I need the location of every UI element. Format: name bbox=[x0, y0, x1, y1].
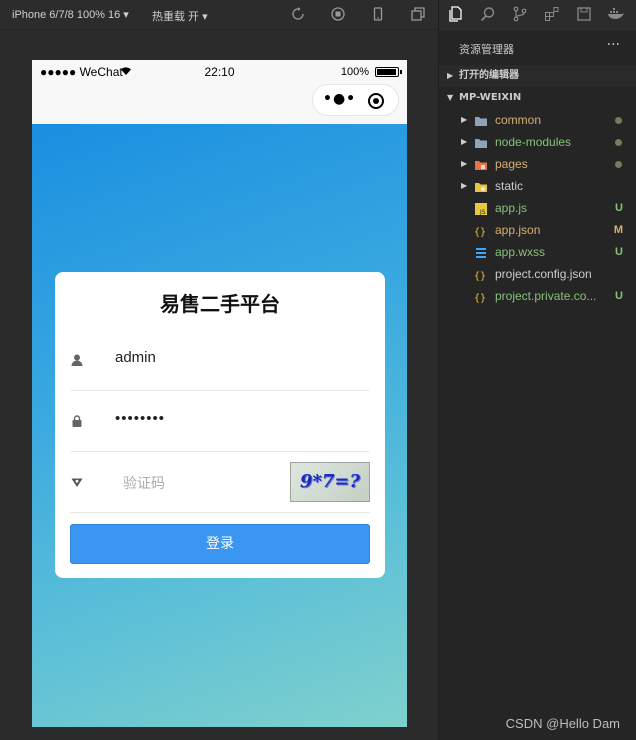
tree-item[interactable]: ▶ static bbox=[439, 175, 636, 197]
chevron-right-icon: ▶ bbox=[447, 71, 454, 80]
login-page: 易售二手平台 admin •••••••• 验证码 9*7=? 登录 bbox=[32, 124, 407, 727]
tree-item-label: node-modules bbox=[495, 135, 572, 149]
login-button[interactable]: 登录 bbox=[70, 524, 370, 564]
login-card: 易售二手平台 admin •••••••• 验证码 9*7=? 登录 bbox=[55, 272, 385, 578]
device-select[interactable]: iPhone 6/7/8 100% 16 ▾ bbox=[12, 8, 129, 21]
username-input[interactable]: admin bbox=[115, 349, 156, 366]
js-file-icon: JS bbox=[474, 201, 488, 216]
tree-item[interactable]: app.wxss U bbox=[439, 241, 636, 263]
tree-item[interactable]: ▶ common bbox=[439, 109, 636, 131]
extensions-icon[interactable] bbox=[543, 6, 561, 24]
svg-text:JS: JS bbox=[479, 209, 486, 216]
captcha-image[interactable]: 9*7=? bbox=[290, 462, 370, 502]
close-target-icon[interactable] bbox=[368, 93, 384, 109]
chevron-down-icon: ▼ bbox=[447, 93, 454, 102]
tree-item[interactable]: {} project.config.json bbox=[439, 263, 636, 285]
docker-icon[interactable] bbox=[607, 6, 625, 24]
source-control-icon[interactable] bbox=[511, 6, 529, 24]
chevron-right-icon: ▶ bbox=[461, 137, 468, 146]
tree-item[interactable]: {} project.private.co... U bbox=[439, 285, 636, 307]
nav-bar: •●• bbox=[32, 84, 407, 124]
chevron-right-icon: ▶ bbox=[461, 159, 468, 168]
folder-pages-icon bbox=[474, 157, 488, 171]
modified-dot-icon bbox=[615, 117, 622, 124]
activity-bar bbox=[439, 0, 636, 30]
simulator-pane: iPhone 6/7/8 100% 16 ▾ 热重载 开 ▾ ●●●●● WeC… bbox=[0, 0, 438, 740]
git-status-badge: U bbox=[615, 290, 623, 302]
status-bar: ●●●●● WeChat 22:10 100% bbox=[32, 60, 407, 84]
tree-item[interactable]: ▶ pages bbox=[439, 153, 636, 175]
tree-item-label: common bbox=[495, 113, 542, 127]
battery-icon bbox=[375, 67, 399, 77]
tree-item-label: static bbox=[495, 179, 524, 193]
modified-dot-icon bbox=[615, 139, 622, 146]
section-project[interactable]: ▼ MP-WEIXIN bbox=[439, 87, 636, 109]
simulator-toolbar: iPhone 6/7/8 100% 16 ▾ 热重载 开 ▾ bbox=[0, 0, 438, 30]
stop-icon[interactable] bbox=[330, 7, 346, 23]
watermark: CSDN @Hello Dam bbox=[505, 716, 620, 731]
tree-item-label: pages bbox=[495, 157, 528, 171]
chevron-right-icon: ▶ bbox=[461, 181, 468, 190]
json-file-icon: {} bbox=[474, 267, 488, 282]
explorer-title: 资源管理器 bbox=[459, 43, 514, 56]
git-status-badge: U bbox=[615, 202, 623, 214]
user-icon bbox=[70, 352, 86, 368]
folder-icon bbox=[474, 135, 488, 149]
hot-reload-toggle[interactable]: 热重载 开 ▾ bbox=[152, 8, 208, 24]
json-file-icon: {} bbox=[474, 289, 488, 304]
tree-item[interactable]: JS app.js U bbox=[439, 197, 636, 219]
json-file-icon: {} bbox=[474, 223, 488, 238]
miniprogram-capsule[interactable]: •●• bbox=[312, 84, 399, 116]
lock-icon bbox=[70, 413, 86, 429]
folder-static-icon bbox=[474, 179, 488, 193]
tree-item-label: project.private.co... bbox=[495, 289, 597, 303]
window-icon[interactable] bbox=[410, 7, 426, 23]
more-icon[interactable]: •●• bbox=[323, 91, 356, 107]
svg-text:{}: {} bbox=[474, 227, 486, 238]
captcha-row: 验证码 9*7=? bbox=[70, 452, 370, 513]
password-row: •••••••• bbox=[70, 391, 370, 452]
tree-item-label: app.json bbox=[495, 223, 541, 237]
more-actions-icon[interactable]: ··· bbox=[607, 37, 620, 53]
tree-item[interactable]: {} app.json M bbox=[439, 219, 636, 241]
battery-percent: 100% bbox=[340, 66, 369, 78]
css-file-icon bbox=[474, 245, 488, 259]
shield-icon bbox=[70, 474, 86, 490]
tree-item[interactable]: ▶ node-modules bbox=[439, 131, 636, 153]
tree-item-label: app.wxss bbox=[495, 245, 546, 259]
modified-dot-icon bbox=[615, 161, 622, 168]
svg-text:{}: {} bbox=[474, 293, 486, 304]
svg-text:{}: {} bbox=[474, 271, 486, 282]
files-icon[interactable] bbox=[447, 6, 465, 24]
folder-icon bbox=[474, 113, 488, 127]
tree-item-label: app.js bbox=[495, 201, 528, 215]
search-icon[interactable] bbox=[479, 6, 497, 24]
explorer-pane: 资源管理器 ··· ▶ 打开的编辑器 ▼ MP-WEIXIN ▶ common ▶ n… bbox=[438, 0, 636, 740]
section-open-editors[interactable]: ▶ 打开的编辑器 bbox=[439, 65, 636, 87]
tree-item-label: project.config.json bbox=[495, 267, 592, 281]
password-input[interactable]: •••••••• bbox=[115, 410, 165, 427]
git-status-badge: M bbox=[613, 224, 623, 236]
username-row: admin bbox=[70, 330, 370, 391]
phone-screen: ●●●●● WeChat 22:10 100% •●• 易售二手平台 admin… bbox=[32, 60, 407, 727]
captcha-input[interactable]: 验证码 bbox=[123, 473, 165, 493]
chevron-right-icon: ▶ bbox=[461, 115, 468, 124]
app-title: 易售二手平台 bbox=[160, 292, 280, 316]
save-icon[interactable] bbox=[575, 6, 593, 24]
refresh-icon[interactable] bbox=[290, 7, 306, 23]
phone-icon[interactable] bbox=[370, 7, 386, 23]
git-status-badge: U bbox=[615, 246, 623, 258]
